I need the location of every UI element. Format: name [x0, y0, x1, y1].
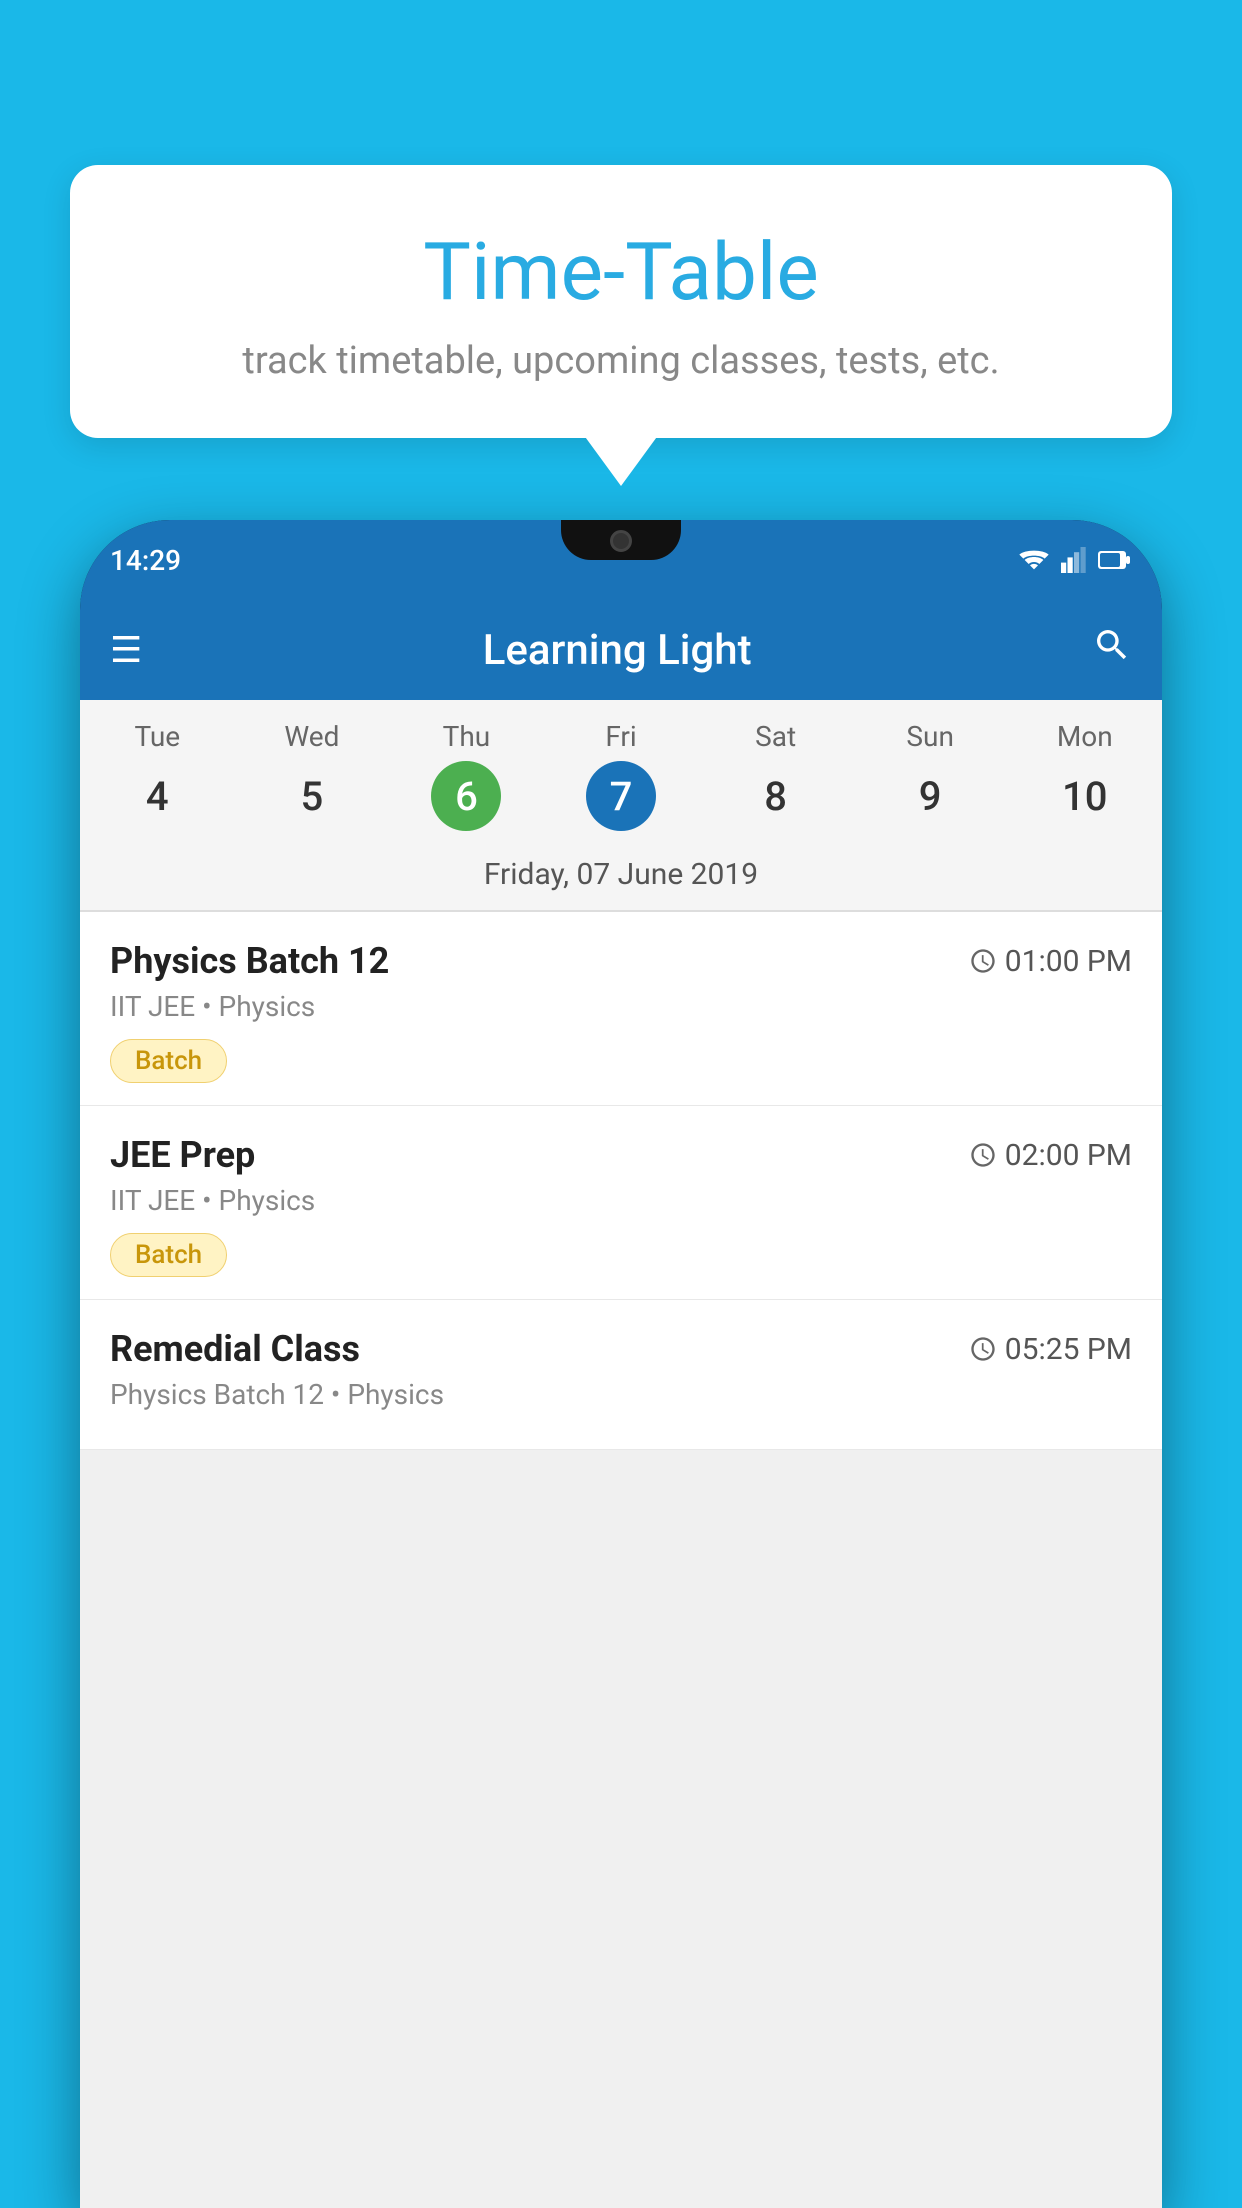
class-header-2: Remedial Class 05:25 PM	[110, 1328, 1132, 1370]
day-number-8[interactable]: 8	[741, 761, 811, 831]
calendar-days-header: Tue 4 Wed 5 Thu 6 Fri 7 Sat 8 Sun 9 Mon …	[80, 700, 1162, 847]
day-number-10[interactable]: 10	[1050, 761, 1120, 831]
clock-icon-0	[969, 947, 997, 975]
class-meta-2: Physics Batch 12 • Physics	[110, 1378, 1132, 1411]
phone-frame: 14:29 ☰ Learning Lig	[80, 520, 1162, 2208]
camera-icon	[610, 530, 632, 552]
app-title: Learning Light	[142, 626, 1092, 675]
class-item-1[interactable]: JEE Prep 02:00 PM IIT JEE • Physics Batc…	[80, 1106, 1162, 1300]
day-name-10: Mon	[1007, 720, 1162, 753]
class-header-1: JEE Prep 02:00 PM	[110, 1134, 1132, 1176]
class-time-0: 01:00 PM	[969, 944, 1132, 979]
class-item-2[interactable]: Remedial Class 05:25 PM Physics Batch 12…	[80, 1300, 1162, 1450]
class-meta-0: IIT JEE • Physics	[110, 990, 1132, 1023]
day-name-6: Thu	[389, 720, 544, 753]
day-number-9[interactable]: 9	[895, 761, 965, 831]
class-item-0[interactable]: Physics Batch 12 01:00 PM IIT JEE • Phys…	[80, 912, 1162, 1106]
calendar-day-8[interactable]: Sat 8	[698, 720, 853, 847]
wifi-icon	[1018, 548, 1050, 572]
search-icon[interactable]	[1092, 625, 1132, 675]
status-icons	[1018, 547, 1132, 573]
calendar-day-5[interactable]: Wed 5	[235, 720, 390, 847]
clock-icon-1	[969, 1141, 997, 1169]
bubble-subtitle: track timetable, upcoming classes, tests…	[120, 339, 1122, 383]
day-name-8: Sat	[698, 720, 853, 753]
day-name-4: Tue	[80, 720, 235, 753]
signal-icon	[1060, 547, 1088, 573]
menu-icon[interactable]: ☰	[110, 629, 142, 671]
class-name-0: Physics Batch 12	[110, 940, 389, 982]
status-time: 14:29	[110, 544, 181, 577]
selected-date-label: Friday, 07 June 2019	[80, 847, 1162, 910]
day-number-4[interactable]: 4	[122, 761, 192, 831]
calendar-day-7[interactable]: Fri 7	[544, 720, 699, 847]
speech-bubble: Time-Table track timetable, upcoming cla…	[70, 165, 1172, 438]
calendar-day-6[interactable]: Thu 6	[389, 720, 544, 847]
class-list: Physics Batch 12 01:00 PM IIT JEE • Phys…	[80, 912, 1162, 1450]
class-name-2: Remedial Class	[110, 1328, 360, 1370]
day-number-7[interactable]: 7	[586, 761, 656, 831]
battery-icon	[1098, 549, 1132, 571]
calendar-day-10[interactable]: Mon 10	[1007, 720, 1162, 847]
class-time-1: 02:00 PM	[969, 1138, 1132, 1173]
clock-icon-2	[969, 1335, 997, 1363]
calendar-day-9[interactable]: Sun 9	[853, 720, 1008, 847]
status-bar: 14:29	[80, 520, 1162, 600]
day-name-7: Fri	[544, 720, 699, 753]
app-bar: ☰ Learning Light	[80, 600, 1162, 700]
bubble-title: Time-Table	[120, 225, 1122, 319]
day-number-5[interactable]: 5	[277, 761, 347, 831]
calendar-section: Tue 4 Wed 5 Thu 6 Fri 7 Sat 8 Sun 9 Mon …	[80, 700, 1162, 910]
class-meta-1: IIT JEE • Physics	[110, 1184, 1132, 1217]
batch-badge-1: Batch	[110, 1233, 227, 1277]
day-name-5: Wed	[235, 720, 390, 753]
class-time-2: 05:25 PM	[969, 1332, 1132, 1367]
class-header-0: Physics Batch 12 01:00 PM	[110, 940, 1132, 982]
batch-badge-0: Batch	[110, 1039, 227, 1083]
phone-screen: Tue 4 Wed 5 Thu 6 Fri 7 Sat 8 Sun 9 Mon …	[80, 700, 1162, 2208]
class-name-1: JEE Prep	[110, 1134, 255, 1176]
phone-notch	[561, 520, 681, 560]
day-number-6[interactable]: 6	[431, 761, 501, 831]
day-name-9: Sun	[853, 720, 1008, 753]
calendar-day-4[interactable]: Tue 4	[80, 720, 235, 847]
